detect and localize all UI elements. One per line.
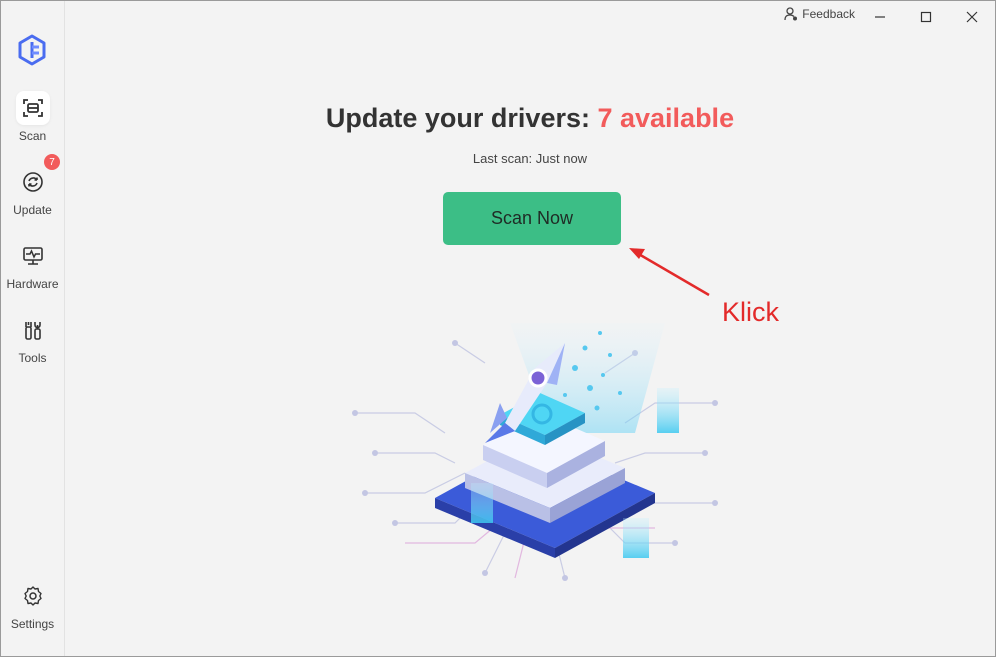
sidebar-item-update[interactable]: Update (1, 165, 64, 227)
feedback-button[interactable]: Feedback (784, 7, 855, 21)
refresh-icon (16, 165, 50, 199)
minimize-icon (875, 16, 885, 18)
sidebar-item-settings[interactable]: Settings (1, 579, 64, 641)
sidebar-item-label: Settings (10, 617, 55, 631)
sidebar-item-label: Scan (18, 129, 47, 143)
app-logo-icon (18, 34, 46, 66)
tools-icon (16, 313, 50, 347)
main-content: Update your drivers: 7 available Last sc… (65, 33, 995, 656)
feedback-icon (784, 7, 798, 21)
monitor-pulse-icon (16, 239, 50, 273)
sidebar-item-label: Hardware (6, 277, 59, 291)
scan-icon (15, 91, 50, 125)
close-icon (966, 11, 978, 23)
maximize-button[interactable] (903, 1, 949, 33)
feedback-label: Feedback (802, 7, 855, 21)
sidebar-item-tools[interactable]: Tools (1, 313, 64, 375)
gear-icon (16, 579, 50, 613)
close-button[interactable] (949, 1, 995, 33)
sidebar-item-hardware[interactable]: Hardware (1, 239, 64, 301)
sidebar-item-scan[interactable]: Scan (1, 91, 64, 153)
scan-illustration-icon (352, 323, 718, 581)
update-count-badge: 7 (44, 154, 60, 170)
sidebar-item-label: Tools (18, 351, 47, 365)
maximize-icon (920, 11, 932, 23)
sidebar: Scan Update 7 Hardware Tools Settings (1, 1, 65, 656)
app-window: Scan Update 7 Hardware Tools Settings Fe… (0, 0, 996, 657)
sidebar-item-label: Update (13, 203, 52, 217)
minimize-button[interactable] (857, 1, 903, 33)
title-bar: Feedback (65, 1, 995, 33)
